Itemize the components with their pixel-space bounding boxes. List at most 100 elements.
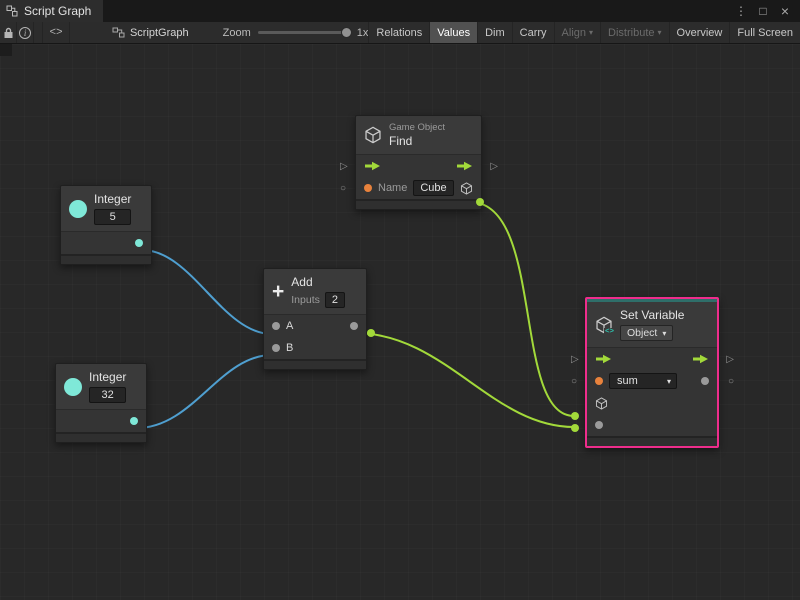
- edit-source-button[interactable]: <>: [42, 22, 70, 43]
- node-title: Integer: [94, 192, 131, 206]
- variable-scope-label: Object: [627, 327, 657, 339]
- lock-button[interactable]: [0, 22, 17, 43]
- add-input-b-label: B: [286, 342, 293, 354]
- node-add-header: + Add Inputs 2: [264, 269, 366, 314]
- fullscreen-button[interactable]: Full Screen: [729, 22, 800, 43]
- chevron-down-icon: ▾: [589, 28, 593, 37]
- dim-label: Dim: [485, 27, 505, 39]
- node-footer: [56, 432, 146, 442]
- breadcrumb-label: ScriptGraph: [130, 27, 189, 39]
- wire-endpoint-add-out[interactable]: [367, 329, 375, 337]
- values-label: Values: [437, 27, 470, 39]
- inputs-label: Inputs: [291, 294, 320, 306]
- triangle-port-icon[interactable]: ▷: [571, 354, 579, 365]
- breadcrumb[interactable]: ScriptGraph: [104, 22, 197, 43]
- graph-toolbar: i <> ScriptGraph Zoom 1x Relations Value…: [0, 22, 800, 44]
- value-input-port[interactable]: [595, 421, 603, 429]
- node-title: Find: [389, 134, 445, 148]
- distribute-button[interactable]: Distribute ▾: [600, 22, 668, 43]
- triangle-port-icon[interactable]: ▷: [340, 161, 348, 172]
- align-button[interactable]: Align▾: [554, 22, 600, 43]
- carry-label: Carry: [520, 27, 547, 39]
- inputs-count-field[interactable]: 2: [325, 292, 345, 308]
- gameobject-output-port-icon[interactable]: [460, 182, 473, 195]
- wire-endpoint-setvariable-value[interactable]: [571, 424, 579, 432]
- variable-name-label: sum: [617, 375, 638, 387]
- add-input-a-label: A: [286, 320, 293, 332]
- node-footer: [356, 199, 481, 209]
- node-integer-b-header: Integer 32: [56, 364, 146, 409]
- zoom-slider-handle[interactable]: [341, 27, 352, 38]
- tab-title: Script Graph: [24, 4, 91, 18]
- variable-name-input-port[interactable]: [595, 377, 603, 385]
- variable-scope-dropdown[interactable]: Object ▾: [620, 325, 673, 341]
- menu-dots-icon[interactable]: ⋮: [732, 2, 750, 20]
- tab-script-graph[interactable]: Script Graph: [0, 0, 103, 22]
- node-title: Integer: [89, 370, 126, 384]
- values-button[interactable]: Values: [429, 22, 477, 43]
- node-footer: [61, 254, 151, 264]
- triangle-port-icon[interactable]: ▷: [726, 354, 734, 365]
- chevron-down-icon: ▾: [662, 329, 666, 338]
- integer-output-port[interactable]: [130, 417, 138, 425]
- variable-output-port[interactable]: [701, 377, 709, 385]
- distribute-label: Distribute: [608, 27, 654, 39]
- wire-integer32-to-add-b[interactable]: [137, 355, 272, 428]
- add-input-a-port[interactable]: [272, 322, 280, 330]
- flow-in-arrow-icon[interactable]: [595, 354, 612, 364]
- chevron-down-icon: ▾: [667, 377, 671, 386]
- chevron-down-icon: ▾: [658, 28, 662, 37]
- add-input-b-port[interactable]: [272, 344, 280, 352]
- wire-endpoint-setvariable-object[interactable]: [571, 412, 579, 420]
- code-badge: <>: [604, 328, 615, 336]
- maximize-icon[interactable]: □: [754, 2, 772, 20]
- integer-value-field[interactable]: 32: [89, 387, 126, 403]
- add-output-port[interactable]: [350, 322, 358, 330]
- code-icon: <>: [49, 27, 62, 39]
- zoom-slider[interactable]: [258, 31, 350, 34]
- flow-out-arrow-icon[interactable]: [692, 354, 709, 364]
- info-button[interactable]: i: [17, 22, 34, 43]
- set-variable-icon: <>: [595, 316, 613, 334]
- find-name-input-port[interactable]: [364, 184, 372, 192]
- circle-port-icon[interactable]: ○: [340, 183, 346, 194]
- graph-window-icon: [6, 5, 18, 17]
- fullscreen-label: Full Screen: [737, 27, 793, 39]
- graph-canvas[interactable]: Integer 5 Integer 32: [0, 44, 800, 600]
- carry-button[interactable]: Carry: [512, 22, 554, 43]
- node-footer: [587, 436, 717, 446]
- circle-port-icon[interactable]: ○: [571, 376, 577, 387]
- script-graph-window: Script Graph ⋮ □ × i <> ScriptGraph Zoom: [0, 0, 800, 600]
- title-bar: Script Graph ⋮ □ ×: [0, 0, 800, 22]
- flow-in-arrow-icon[interactable]: [364, 161, 381, 171]
- info-icon: i: [19, 27, 31, 39]
- relations-button[interactable]: Relations: [368, 22, 429, 43]
- node-title: Add: [291, 275, 345, 289]
- variable-name-dropdown[interactable]: sum ▾: [609, 373, 677, 389]
- node-find[interactable]: Game Object Find ▷ ▷ ○: [355, 115, 482, 210]
- wire-find-to-setvariable[interactable]: [470, 202, 574, 416]
- node-set-variable[interactable]: <> Set Variable Object ▾ ▷: [585, 297, 719, 448]
- dim-button[interactable]: Dim: [477, 22, 512, 43]
- game-object-cube-icon: [364, 126, 382, 144]
- find-name-field[interactable]: Cube: [413, 180, 453, 196]
- object-input-port-icon[interactable]: [595, 397, 608, 410]
- close-icon[interactable]: ×: [776, 2, 794, 20]
- flow-out-arrow-icon[interactable]: [456, 161, 473, 171]
- triangle-port-icon[interactable]: ▷: [490, 161, 498, 172]
- wire-integer5-to-add-a[interactable]: [142, 250, 272, 334]
- integer-type-icon: [69, 200, 87, 218]
- integer-output-port[interactable]: [135, 239, 143, 247]
- wire-endpoint-find-out[interactable]: [476, 198, 484, 206]
- node-integer-a[interactable]: Integer 5: [60, 185, 152, 265]
- plus-icon: +: [272, 282, 284, 302]
- node-integer-b[interactable]: Integer 32: [55, 363, 147, 443]
- circle-port-icon[interactable]: ○: [728, 376, 734, 387]
- node-add[interactable]: + Add Inputs 2 A B: [263, 268, 367, 370]
- zoom-label: Zoom: [223, 27, 251, 39]
- relations-label: Relations: [376, 27, 422, 39]
- overview-button[interactable]: Overview: [669, 22, 730, 43]
- integer-value-field[interactable]: 5: [94, 209, 131, 225]
- node-find-header: Game Object Find: [356, 116, 481, 154]
- scriptgraph-icon: [112, 27, 125, 38]
